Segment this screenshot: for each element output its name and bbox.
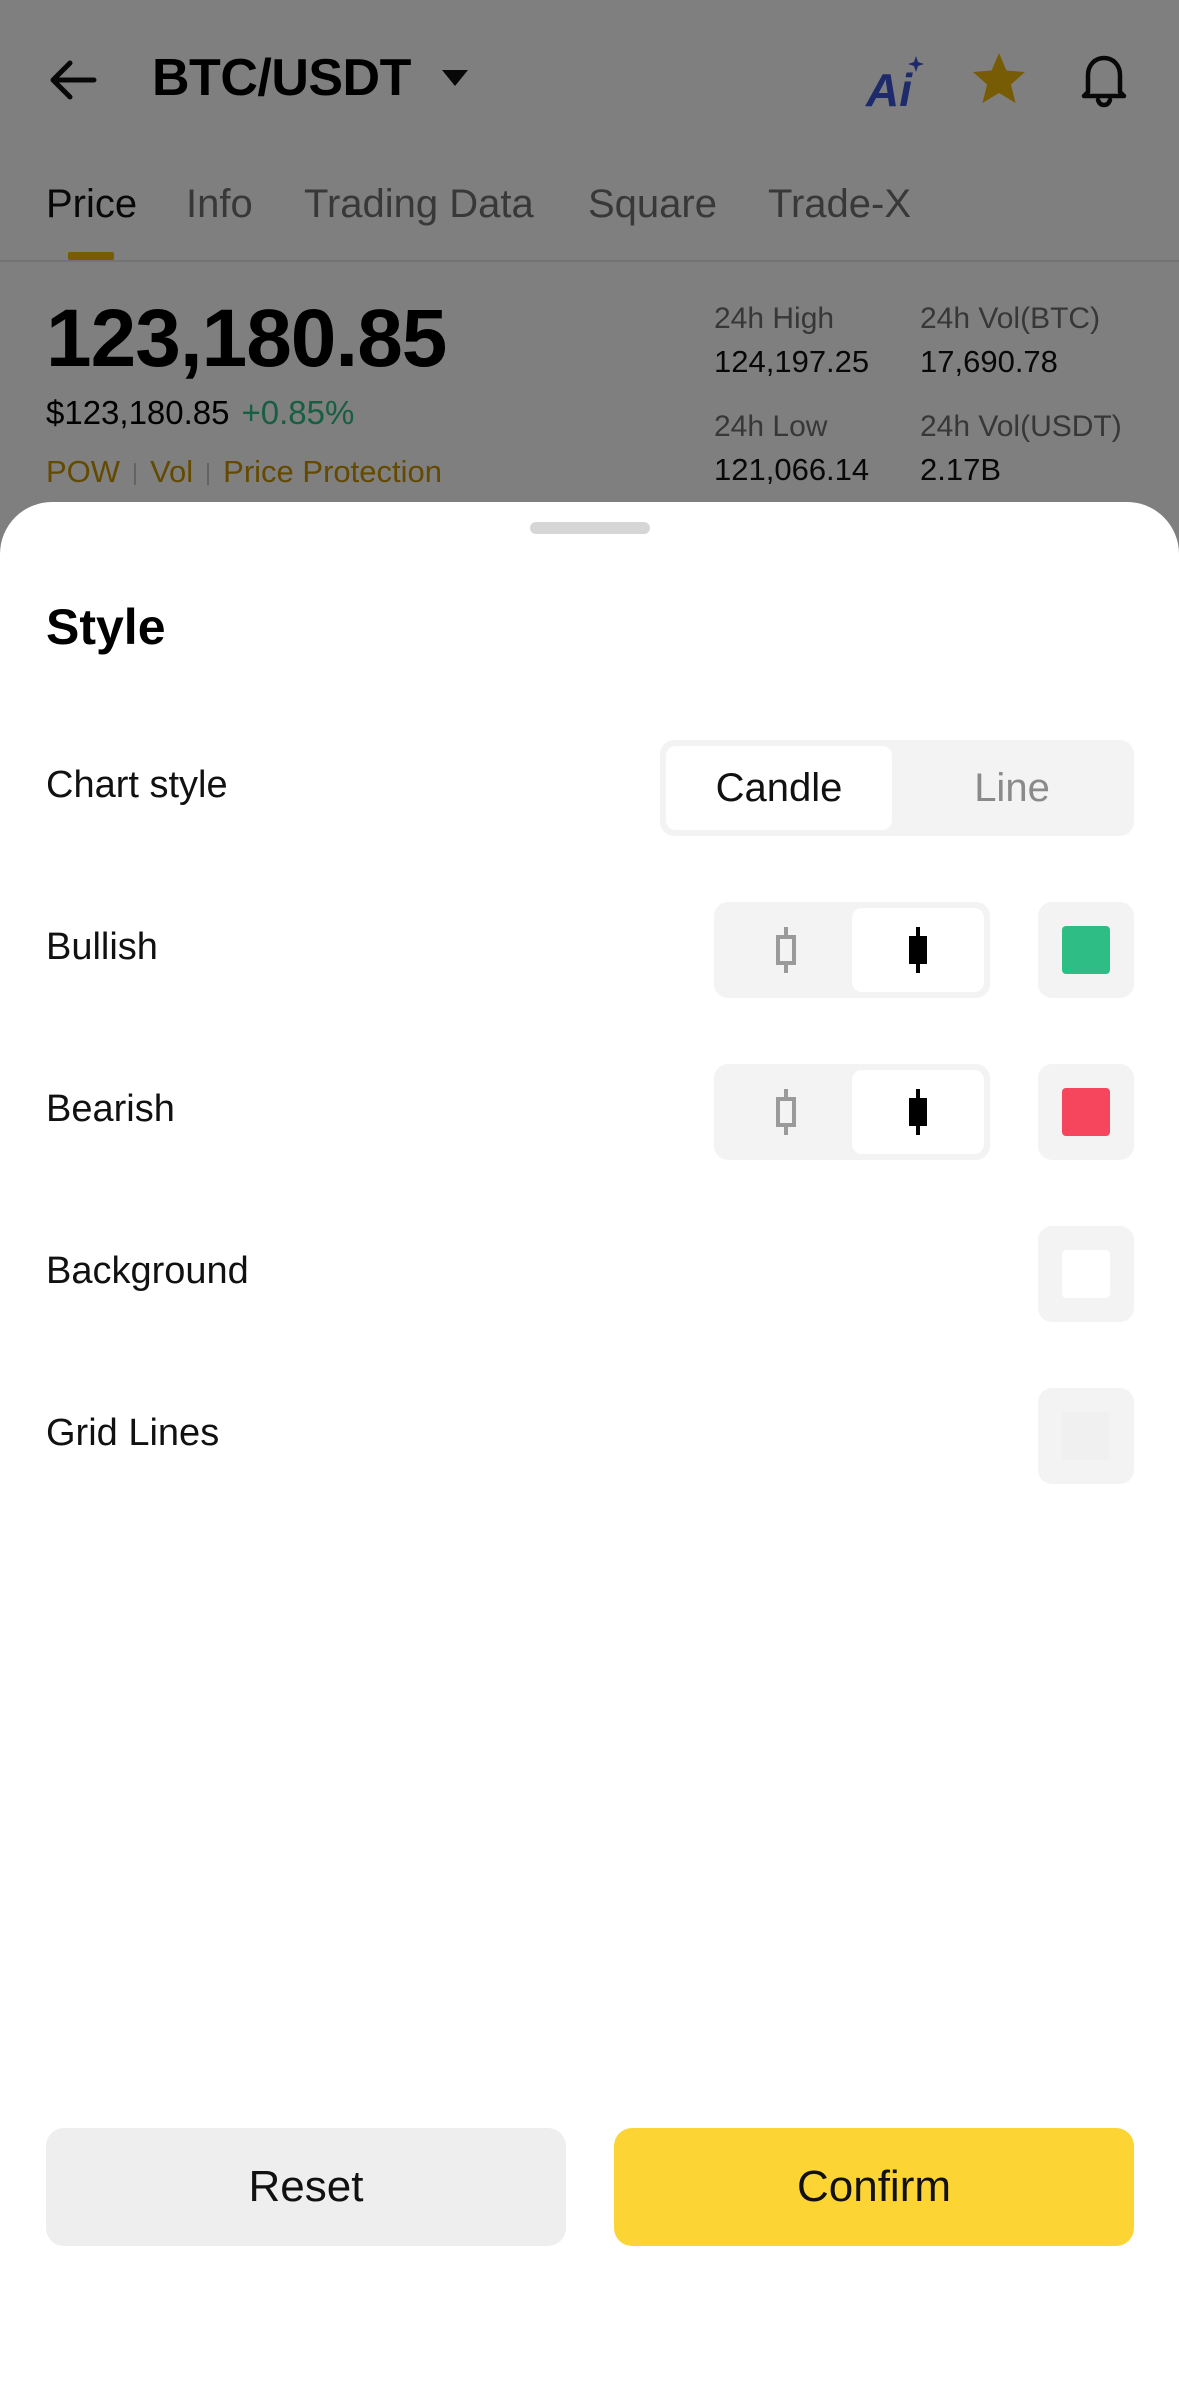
bullish-color-picker[interactable] (1038, 902, 1134, 998)
chart-style-segmented-control: Candle Line (660, 740, 1134, 836)
reset-button[interactable]: Reset (46, 2128, 566, 2246)
bullish-label: Bullish (46, 926, 158, 968)
grid-lines-color-picker[interactable] (1038, 1388, 1134, 1484)
hollow-candle-option[interactable] (720, 908, 852, 992)
bullish-candle-style-toggle (714, 902, 990, 998)
hollow-candle-option[interactable] (720, 1070, 852, 1154)
bearish-color-picker[interactable] (1038, 1064, 1134, 1160)
bearish-color-swatch (1062, 1088, 1110, 1136)
background-label: Background (46, 1250, 249, 1292)
background-color-picker[interactable] (1038, 1226, 1134, 1322)
chart-style-line-option[interactable]: Line (896, 746, 1128, 830)
solid-candle-icon (909, 1089, 927, 1135)
chart-style-label: Chart style (46, 764, 228, 806)
hollow-candle-icon (776, 927, 796, 973)
bearish-candle-style-toggle (714, 1064, 990, 1160)
chart-style-candle-option[interactable]: Candle (666, 746, 892, 830)
background-color-swatch (1062, 1250, 1110, 1298)
grid-lines-color-swatch (1062, 1412, 1110, 1460)
grid-lines-label: Grid Lines (46, 1412, 220, 1454)
hollow-candle-icon (776, 1089, 796, 1135)
style-bottom-sheet: Style Chart style Candle Line Bullish Be… (0, 502, 1179, 2396)
solid-candle-option[interactable] (852, 1070, 984, 1154)
bullish-color-swatch (1062, 926, 1110, 974)
sheet-grabber[interactable] (530, 522, 650, 534)
solid-candle-icon (909, 927, 927, 973)
solid-candle-option[interactable] (852, 908, 984, 992)
confirm-button[interactable]: Confirm (614, 2128, 1134, 2246)
sheet-title: Style (46, 599, 166, 655)
bearish-label: Bearish (46, 1088, 175, 1130)
